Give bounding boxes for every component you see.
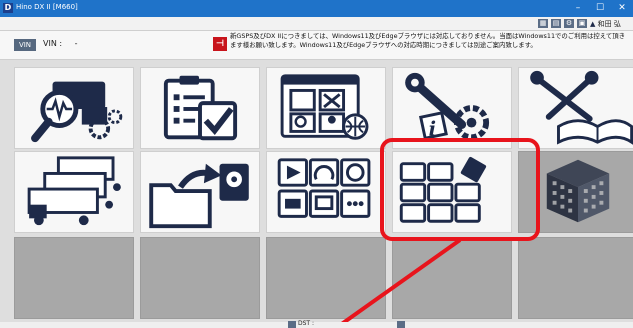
folder-disk-arrow-icon: [149, 163, 249, 229]
multiple-trucks-icon: [27, 156, 121, 226]
list-view-icon[interactable]: ▤: [551, 19, 561, 28]
fleet-tile[interactable]: [14, 151, 134, 233]
window-title: Hino DX II [M660]: [16, 3, 78, 11]
window-icon[interactable]: ▣: [577, 19, 587, 28]
checklist-tile[interactable]: [140, 67, 260, 149]
user-name-text: 和田 弘: [597, 20, 621, 28]
vin-badge: VIN: [14, 39, 36, 51]
empty-tile: [266, 237, 386, 319]
dst-label: DST :: [298, 320, 315, 327]
tools-window-tile[interactable]: [266, 67, 386, 149]
tools-book-icon: [530, 70, 633, 145]
connection-icon: [288, 321, 296, 328]
app-icon: D: [3, 3, 13, 13]
clipboard-checklist-icon: [163, 75, 238, 141]
vin-field: VIN : -: [43, 39, 78, 48]
vin-label: VIN :: [43, 39, 63, 48]
vehicle-functions-tile[interactable]: [266, 151, 386, 233]
notice-text: 新GSPS及びDX IIにつきましては、Windows11及びEdgeブラウザに…: [230, 32, 625, 49]
title-bar: D Hino DX II [M660] – ☐ ✕: [0, 0, 633, 17]
diagnosis-tile[interactable]: [14, 67, 134, 149]
empty-tile: [14, 237, 134, 319]
svg-text:i: i: [429, 117, 436, 140]
toolbar: ▦ ▤ ⚙ ▣ ▲ 和田 弘: [0, 17, 633, 31]
empty-tile: [392, 237, 512, 319]
maximize-button[interactable]: ☐: [589, 0, 611, 17]
empty-tile: [140, 237, 260, 319]
empty-tile: [518, 237, 633, 319]
gear-icon[interactable]: ⚙: [564, 19, 574, 28]
user-icon: ▲: [590, 20, 596, 28]
notice-icon: ⊣: [213, 37, 227, 51]
data-export-tile[interactable]: [140, 151, 260, 233]
highlight-box: [380, 138, 540, 241]
app-window-tools-icon: [280, 74, 369, 140]
close-button[interactable]: ✕: [611, 0, 633, 17]
vehicle-function-grid-icon: [277, 158, 371, 218]
vin-value: -: [74, 39, 78, 48]
user-name: ▲ 和田 弘: [590, 19, 621, 29]
truck-magnifier-gear-icon: [31, 81, 123, 143]
status-bar: [0, 322, 633, 328]
manual-tile[interactable]: [518, 67, 633, 149]
service-info-tile[interactable]: i: [392, 67, 512, 149]
grid-view-icon[interactable]: ▦: [538, 19, 548, 28]
status-icon: [397, 321, 405, 328]
vehicle-info-bar: VIN VIN : - ⊣ 新GSPS及びDX IIにつきましては、Window…: [0, 31, 633, 60]
wrench-gear-info-icon: i: [405, 72, 490, 140]
minimize-button[interactable]: –: [567, 0, 589, 17]
